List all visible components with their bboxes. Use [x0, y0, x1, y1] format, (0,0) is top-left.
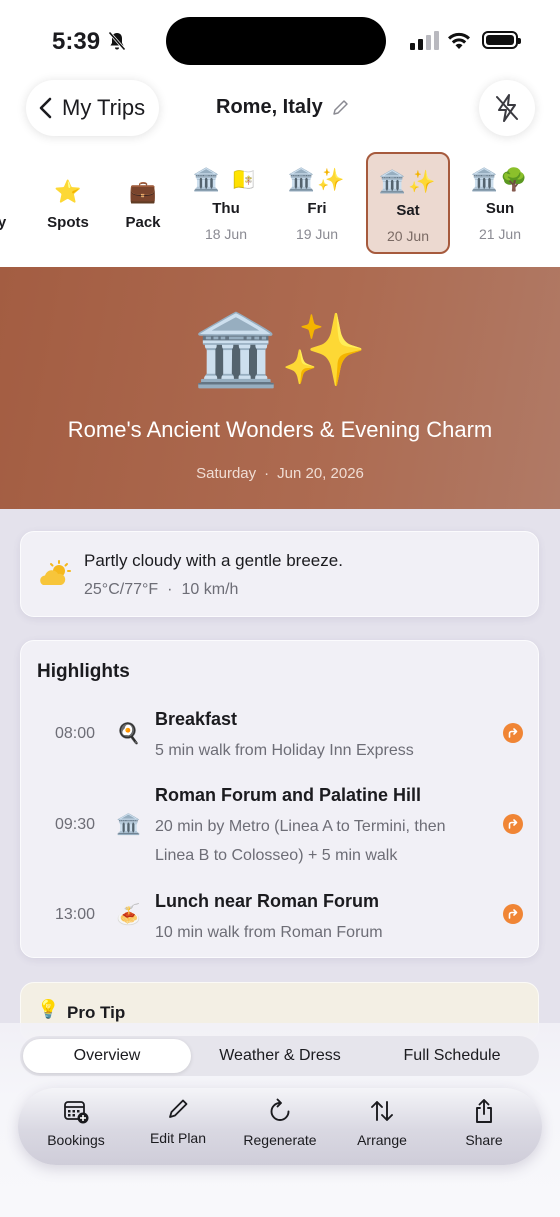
status-time: 5:39: [52, 28, 101, 55]
regenerate-button[interactable]: Regenerate: [230, 1098, 330, 1148]
turn-right-arrow-icon: [508, 728, 518, 738]
share-icon: [476, 1099, 492, 1123]
regenerate-label: Regenerate: [243, 1132, 317, 1148]
turn-right-arrow-icon: [508, 909, 518, 919]
day-date: 19 Jun: [295, 226, 339, 242]
spaghetti-icon: 🍝: [116, 904, 141, 926]
pencil-icon: [169, 1099, 188, 1118]
highlight-time: 13:00: [55, 906, 96, 923]
refresh-icon: [270, 1098, 290, 1121]
view-segmented-control[interactable]: Overview Weather & Dress Full Schedule: [20, 1036, 539, 1076]
day-tab-fri[interactable]: 🏛️✨ Fri 19 Jun: [275, 152, 359, 254]
bookings-button[interactable]: Bookings: [26, 1098, 126, 1148]
battery-icon: [482, 31, 521, 49]
bookings-label: Bookings: [47, 1132, 105, 1148]
highlight-time: 08:00: [55, 725, 96, 742]
weather-temperature: 25°C/77°F: [84, 581, 159, 598]
pro-tip-label: Pro Tip: [67, 1003, 126, 1022]
partial-item-label: y: [0, 214, 7, 231]
arrange-label: Arrange: [357, 1132, 407, 1148]
pack-tab[interactable]: 💼 Pack: [113, 152, 173, 231]
highlight-name: Roman Forum and Palatine Hill: [155, 785, 422, 805]
highlight-name: Breakfast: [155, 709, 238, 729]
bottom-toolbar: Bookings Edit Plan Regenerate Arrange Sh…: [18, 1088, 542, 1165]
day-emoji: 🏛️✨: [287, 167, 347, 192]
weather-card[interactable]: Partly cloudy with a gentle breeze. 25°C…: [20, 531, 539, 617]
pack-label: Pack: [125, 214, 161, 231]
day-emoji: 🏛️ 🇻🇦: [192, 167, 260, 192]
hero-date: Jun 20, 2026: [277, 465, 364, 482]
day-name: Sun: [485, 200, 515, 217]
trip-title[interactable]: Rome, Italy: [216, 96, 349, 119]
spots-label: Spots: [47, 214, 89, 231]
segment-full-schedule[interactable]: Full Schedule: [368, 1039, 536, 1073]
highlight-name: Lunch near Roman Forum: [155, 891, 380, 911]
chevron-left-icon: [39, 97, 52, 119]
day-strip[interactable]: y ⭐ Spots 💼 Pack 🏛️ 🇻🇦 Thu 18 Jun 🏛️✨ Fr…: [0, 152, 560, 258]
segment-overview[interactable]: Overview: [23, 1039, 191, 1073]
share-button[interactable]: Share: [434, 1098, 534, 1148]
hero-weekday: Saturday: [196, 465, 257, 482]
dynamic-island: [166, 17, 386, 65]
day-name: Sat: [396, 202, 420, 219]
back-button[interactable]: My Trips: [26, 80, 159, 136]
flash-off-button[interactable]: [479, 80, 535, 136]
briefcase-icon: 💼: [129, 179, 157, 204]
weather-description: Partly cloudy with a gentle breeze.: [84, 551, 343, 570]
highlight-desc: 5 min walk from Holiday Inn Express: [155, 742, 414, 759]
highlights-card: Highlights 08:00 🍳 Breakfast 5 min walk …: [20, 640, 539, 958]
hero-subtitle: Saturday · Jun 20, 2026: [196, 465, 364, 482]
partly-cloudy-icon: [40, 560, 71, 585]
edit-plan-button[interactable]: Edit Plan: [128, 1096, 228, 1146]
day-name: Thu: [212, 200, 240, 217]
spots-tab[interactable]: ⭐ Spots: [38, 152, 98, 231]
highlight-time: 09:30: [55, 816, 96, 833]
classical-building-icon: 🏛️: [116, 814, 141, 836]
highlights-title: Highlights: [37, 661, 130, 682]
bolt-slash-icon: [496, 94, 518, 122]
day-name: Fri: [307, 200, 327, 217]
day-tab-thu[interactable]: 🏛️ 🇻🇦 Thu 18 Jun: [184, 152, 268, 254]
day-tab-sun[interactable]: 🏛️🌳 Sun 21 Jun: [458, 152, 542, 254]
day-date: 21 Jun: [478, 226, 522, 242]
edit-plan-label: Edit Plan: [149, 1130, 207, 1146]
weather-meta: 25°C/77°F · 10 km/h: [84, 581, 239, 598]
day-tab-sat[interactable]: 🏛️✨ Sat 20 Jun: [366, 152, 450, 254]
directions-button[interactable]: [503, 814, 523, 834]
arrange-button[interactable]: Arrange: [332, 1098, 432, 1148]
calendar-add-icon: [64, 1101, 89, 1124]
directions-button[interactable]: [503, 904, 523, 924]
hero-emoji: 🏛️✨: [192, 311, 368, 389]
wifi-icon: [448, 32, 470, 49]
day-date: 18 Jun: [204, 226, 248, 242]
arrows-up-down-icon: [371, 1101, 393, 1121]
signal-icon: [410, 31, 439, 50]
highlight-desc: 10 min walk from Roman Forum: [155, 924, 383, 941]
star-icon: ⭐: [54, 179, 82, 204]
trip-title-text: Rome, Italy: [216, 96, 323, 118]
day-hero: 🏛️✨ Rome's Ancient Wonders & Evening Cha…: [0, 267, 560, 509]
day-emoji: 🏛️🌳: [470, 167, 530, 192]
light-bulb-icon: 💡: [37, 999, 60, 1019]
pencil-icon: [332, 99, 348, 115]
back-button-label: My Trips: [62, 95, 146, 120]
day-strip-partial-item[interactable]: y: [0, 152, 14, 231]
frying-pan-icon: 🍳: [116, 723, 141, 745]
segment-weather-dress[interactable]: Weather & Dress: [196, 1039, 364, 1073]
directions-button[interactable]: [503, 723, 523, 743]
share-label: Share: [465, 1132, 503, 1148]
weather-wind: 10 km/h: [181, 581, 239, 598]
turn-right-arrow-icon: [508, 819, 518, 829]
hero-title: Rome's Ancient Wonders & Evening Charm: [67, 417, 493, 442]
top-bar: 5:39 My Trips Rome, Italy y ⭐ Spots 💼 Pa…: [0, 0, 560, 267]
bell-off-icon: [108, 31, 126, 51]
highlight-desc: 20 min by Metro (Linea A to Termini, the…: [155, 818, 446, 864]
day-date: 20 Jun: [386, 228, 430, 244]
day-emoji: 🏛️✨: [378, 169, 438, 194]
